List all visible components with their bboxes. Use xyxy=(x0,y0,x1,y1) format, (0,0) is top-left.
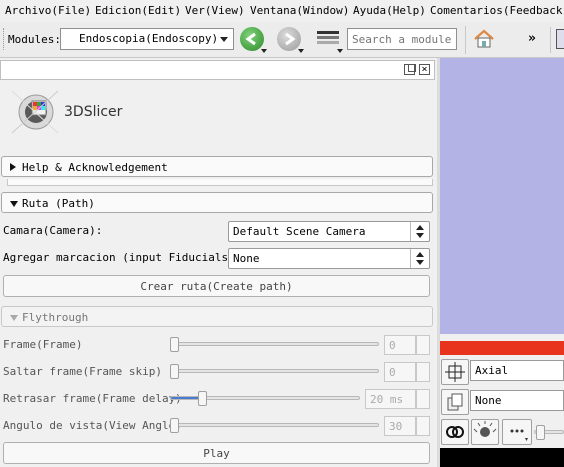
frame-slider-handle[interactable] xyxy=(170,337,179,352)
help-section-title: Help & Acknowledgement xyxy=(22,161,168,174)
play-button[interactable]: Play xyxy=(3,442,430,464)
flythrough-section-header[interactable]: Flythrough xyxy=(1,306,433,327)
slice-volume-selector[interactable]: None xyxy=(470,390,564,411)
modules-label: Modules: xyxy=(8,33,61,46)
panel-splitter[interactable] xyxy=(437,58,440,467)
frame-skip-label: Saltar frame(Frame skip) xyxy=(3,365,162,378)
flythrough-section-title: Flythrough xyxy=(22,311,89,324)
toolbar-separator xyxy=(465,26,466,54)
home-icon[interactable] xyxy=(472,27,496,51)
menu-window[interactable]: Ventana(Window) xyxy=(250,4,349,17)
close-icon[interactable]: × xyxy=(419,64,430,75)
view-angle-label: Angulo de vista(View Angle) xyxy=(3,419,182,432)
camera-selector-value: Default Scene Camera xyxy=(233,225,366,238)
combo-arrows-icon xyxy=(410,249,429,268)
frame-spin-arrows[interactable] xyxy=(416,335,430,355)
module-search-input[interactable] xyxy=(347,28,457,50)
panel-title-bar: × xyxy=(0,60,435,80)
fiducials-selector-value: None xyxy=(233,252,260,265)
module-panel: × 3DSlicer Help & Acknowledgement Ruta (… xyxy=(0,58,437,467)
help-section-collapsed-body xyxy=(7,179,433,186)
menu-feedback[interactable]: Comentarios(Feedback) xyxy=(430,4,564,17)
more-options-icon[interactable] xyxy=(502,419,532,445)
frame-delay-label: Retrasar frame(Frame delay) xyxy=(3,392,182,405)
view-angle-slider-track[interactable] xyxy=(170,423,379,427)
module-selector[interactable]: Endoscopia(Endoscopy) xyxy=(60,28,234,50)
path-section-header[interactable]: Ruta (Path) xyxy=(1,192,433,213)
chevron-down-icon xyxy=(220,37,228,42)
slice-offset-slider-handle[interactable] xyxy=(536,425,545,440)
menu-edit[interactable]: Edicion(Edit) xyxy=(95,4,181,17)
toolbar-overflow-button[interactable]: » xyxy=(528,31,536,46)
back-history-dropdown[interactable] xyxy=(261,49,267,53)
layout-icon[interactable] xyxy=(556,29,564,49)
create-path-button[interactable]: Crear ruta(Create path) xyxy=(3,275,430,297)
slicer-logo-icon xyxy=(8,85,62,139)
slice-layers-icon[interactable] xyxy=(441,389,469,415)
frame-skip-slider-handle[interactable] xyxy=(170,364,179,379)
view-angle-slider-handle[interactable] xyxy=(170,418,179,433)
frame-skip-spin-arrows[interactable] xyxy=(416,362,430,382)
collapsed-arrow-icon xyxy=(9,162,17,175)
view-angle-spin-arrows[interactable] xyxy=(416,416,430,436)
frame-skip-spinbox[interactable]: 0 xyxy=(384,362,416,382)
frame-skip-slider-track[interactable] xyxy=(170,369,379,373)
red-slice-bar[interactable] xyxy=(440,341,564,355)
frame-delay-spin-arrows[interactable] xyxy=(416,389,430,409)
slice-crosshair-icon[interactable] xyxy=(441,359,469,385)
toolbar-grip[interactable] xyxy=(3,28,5,50)
frame-label: Frame(Frame) xyxy=(3,338,83,351)
float-icon[interactable] xyxy=(404,64,416,75)
menu-help[interactable]: Ayuda(Help) xyxy=(353,4,426,17)
camera-label: Camara(Camera): xyxy=(3,224,103,237)
slicer-logo-text: 3DSlicer xyxy=(64,104,123,120)
expanded-arrow-icon xyxy=(9,312,19,325)
menu-view[interactable]: Ver(View) xyxy=(185,4,245,17)
toolbar-separator xyxy=(550,27,551,53)
module-history-icon[interactable] xyxy=(317,31,339,45)
slice-orientation-value: Axial xyxy=(475,364,509,377)
frame-delay-spinbox[interactable]: 20 ms xyxy=(365,389,416,409)
frame-spinbox[interactable]: 0 xyxy=(384,335,416,355)
back-arrow-icon[interactable] xyxy=(240,27,264,51)
menu-file[interactable]: Archivo(File) xyxy=(5,4,91,17)
expanded-arrow-icon xyxy=(9,198,19,211)
forward-arrow-icon[interactable] xyxy=(277,27,301,51)
module-selector-value: Endoscopia(Endoscopy) xyxy=(79,32,219,45)
slice-volume-value: None xyxy=(475,394,502,407)
fiducials-selector[interactable]: None xyxy=(228,248,430,269)
frame-delay-slider-handle[interactable] xyxy=(198,391,207,406)
combo-arrows-icon xyxy=(410,222,429,241)
slice-orientation-selector[interactable]: Axial xyxy=(470,360,564,381)
frame-slider-track[interactable] xyxy=(170,342,379,346)
eye-visibility-icon[interactable] xyxy=(471,419,499,445)
link-icon[interactable] xyxy=(441,419,469,445)
forward-history-dropdown[interactable] xyxy=(298,49,304,53)
module-toolbar: Modules: Endoscopia(Endoscopy) » xyxy=(0,22,564,58)
camera-selector[interactable]: Default Scene Camera xyxy=(228,221,430,242)
help-section-header[interactable]: Help & Acknowledgement xyxy=(1,156,433,177)
3d-view[interactable] xyxy=(440,58,564,334)
view-angle-spinbox[interactable]: 30 xyxy=(384,416,416,436)
fiducials-label: Agregar marcacion (input Fiducials:): xyxy=(3,251,249,264)
module-history-dropdown[interactable] xyxy=(337,49,343,53)
path-section-title: Ruta (Path) xyxy=(22,197,95,210)
menu-bar: Archivo(File) Edicion(Edit) Ver(View) Ve… xyxy=(0,0,564,22)
slice-view[interactable] xyxy=(440,448,564,467)
